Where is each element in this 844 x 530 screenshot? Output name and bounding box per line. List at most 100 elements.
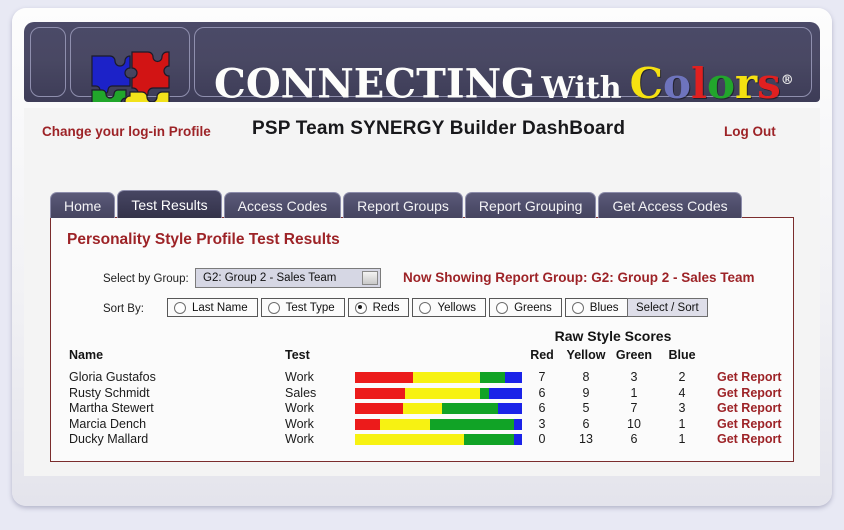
page-body: Change your log-in Profile PSP Team SYNE… — [24, 108, 820, 476]
sort-by-label: Sort By: — [103, 303, 144, 315]
get-report-link[interactable]: Get Report — [717, 370, 782, 384]
sort-option-reds[interactable]: Reds — [347, 298, 410, 317]
table-row: Marcia Dench Work 3 6 10 1 Get Report — [67, 417, 785, 433]
style-score-bar — [355, 387, 522, 399]
style-score-bar — [355, 372, 522, 383]
site-banner: CONNECTING With Colors® — [24, 22, 820, 102]
cell-name: Marcia Dench — [69, 416, 147, 431]
brand-word-colors: Colors — [629, 58, 781, 102]
cell-score-green: 3 — [630, 370, 638, 384]
cell-score-green: 6 — [630, 432, 638, 446]
cell-test: Work — [285, 401, 314, 415]
group-select-value: G2: Group 2 - Sales Team — [203, 272, 337, 284]
get-report-link[interactable]: Get Report — [717, 401, 782, 415]
bar-segment-red — [355, 387, 406, 399]
radio-icon-selected — [354, 301, 367, 314]
now-showing-label: Now Showing Report Group: G2: Group 2 - … — [403, 270, 755, 285]
results-panel: Personality Style Profile Test Results S… — [50, 217, 794, 462]
cell-score-green: 1 — [630, 385, 638, 400]
cell-score-yellow: 13 — [579, 432, 593, 446]
sort-option-yellows[interactable]: Yellows — [412, 298, 487, 317]
brand-word-with: With — [541, 70, 622, 102]
table-body: Gloria Gustafos Work 7 8 3 2 Get Report Rusty S… — [67, 370, 785, 448]
sort-option-test-type[interactable]: Test Type — [260, 298, 345, 317]
puzzle-pieces-icon — [84, 50, 180, 102]
column-header-yellow: Yellow — [566, 348, 606, 362]
sort-option-blues[interactable]: Blues — [564, 298, 629, 317]
group-select[interactable]: G2: Group 2 - Sales Team — [195, 268, 381, 288]
page-header: Change your log-in Profile PSP Team SYNE… — [24, 108, 820, 158]
radio-icon — [419, 301, 432, 314]
radio-icon — [267, 301, 280, 314]
select-sort-button[interactable]: Select / Sort — [627, 298, 708, 317]
page-title: PSP Team SYNERGY Builder DashBoard — [252, 118, 626, 139]
tab-report-grouping[interactable]: Report Grouping — [464, 192, 597, 218]
cell-score-yellow: 8 — [582, 370, 590, 384]
cell-score-yellow: 6 — [582, 416, 590, 431]
cell-score-red: 3 — [538, 416, 546, 431]
cell-test: Work — [285, 370, 314, 384]
sort-option-label: Blues — [589, 301, 619, 314]
style-score-bar — [355, 418, 522, 430]
bar-segment-blue — [488, 387, 522, 399]
bar-segment-yellow — [413, 372, 481, 383]
table-row: Martha Stewert Work 6 5 7 3 Get Report — [67, 401, 785, 417]
cell-test: Sales — [285, 385, 317, 400]
bar-segment-green — [480, 372, 506, 383]
sort-option-label: Yellows — [437, 301, 477, 314]
cell-score-blue: 3 — [678, 401, 686, 415]
chevron-down-icon[interactable] — [362, 271, 378, 285]
get-report-link[interactable]: Get Report — [717, 386, 782, 400]
tab-test-results[interactable]: Test Results — [117, 190, 222, 218]
sort-option-greens[interactable]: Greens — [489, 298, 562, 317]
cell-score-blue: 1 — [678, 432, 686, 446]
sort-option-label: Test Type — [285, 301, 335, 314]
bar-segment-yellow — [380, 418, 431, 430]
table-header-row: Name Test Red Yellow Green Blue — [67, 348, 785, 366]
raw-style-scores-header: Raw Style Scores — [554, 328, 672, 344]
table-row: Gloria Gustafos Work 7 8 3 2 Get Report — [67, 370, 785, 386]
column-header-name: Name — [69, 348, 104, 362]
sort-radio-group: Last Name Test Type Reds Yellows Greens … — [167, 298, 632, 317]
cell-score-yellow: 9 — [582, 385, 590, 400]
bar-segment-green — [463, 434, 514, 445]
bar-segment-red — [355, 418, 381, 430]
radio-icon — [174, 301, 186, 314]
table-row: Ducky Mallard Work 0 13 6 1 Get Report — [67, 432, 785, 448]
cell-name: Gloria Gustafos — [69, 370, 156, 384]
tab-get-access-codes[interactable]: Get Access Codes — [598, 192, 742, 218]
get-report-link[interactable]: Get Report — [717, 432, 782, 446]
cell-score-green: 10 — [627, 416, 641, 431]
tab-access-codes[interactable]: Access Codes — [223, 192, 342, 218]
cell-name: Rusty Schmidt — [69, 385, 150, 400]
tab-bar: Home Test Results Access Codes Report Gr… — [50, 190, 744, 218]
bar-segment-yellow — [355, 434, 464, 445]
column-header-blue: Blue — [668, 348, 696, 362]
cell-score-blue: 1 — [678, 416, 686, 431]
cell-name: Martha Stewert — [69, 401, 154, 415]
cell-score-red: 0 — [538, 432, 546, 446]
radio-icon — [571, 301, 584, 314]
get-report-link[interactable]: Get Report — [717, 417, 782, 431]
cell-score-red: 6 — [538, 401, 546, 415]
change-profile-link[interactable]: Change your log-in Profile — [42, 124, 211, 139]
bar-segment-yellow — [405, 387, 481, 399]
banner-cell-left — [30, 27, 66, 97]
tab-report-groups[interactable]: Report Groups — [343, 192, 463, 218]
cell-score-red: 6 — [538, 385, 546, 400]
bar-segment-red — [355, 372, 414, 383]
cell-score-blue: 2 — [678, 370, 686, 384]
bar-segment-yellow — [402, 403, 443, 414]
bar-segment-green — [480, 387, 489, 399]
logout-link[interactable]: Log Out — [724, 124, 776, 139]
column-header-red: Red — [530, 348, 554, 362]
cell-score-yellow: 5 — [582, 401, 590, 415]
brand-wordmark: CONNECTING With Colors® — [214, 58, 814, 102]
cell-score-green: 7 — [630, 401, 638, 415]
tab-home[interactable]: Home — [50, 192, 116, 218]
sort-option-label: Greens — [514, 301, 552, 314]
sort-option-last-name[interactable]: Last Name — [167, 298, 258, 317]
brand-word-connecting: CONNECTING — [214, 60, 536, 102]
table-row: Rusty Schmidt Sales 6 9 1 4 Get Report — [67, 386, 785, 402]
sort-option-label: Reds — [372, 301, 400, 314]
